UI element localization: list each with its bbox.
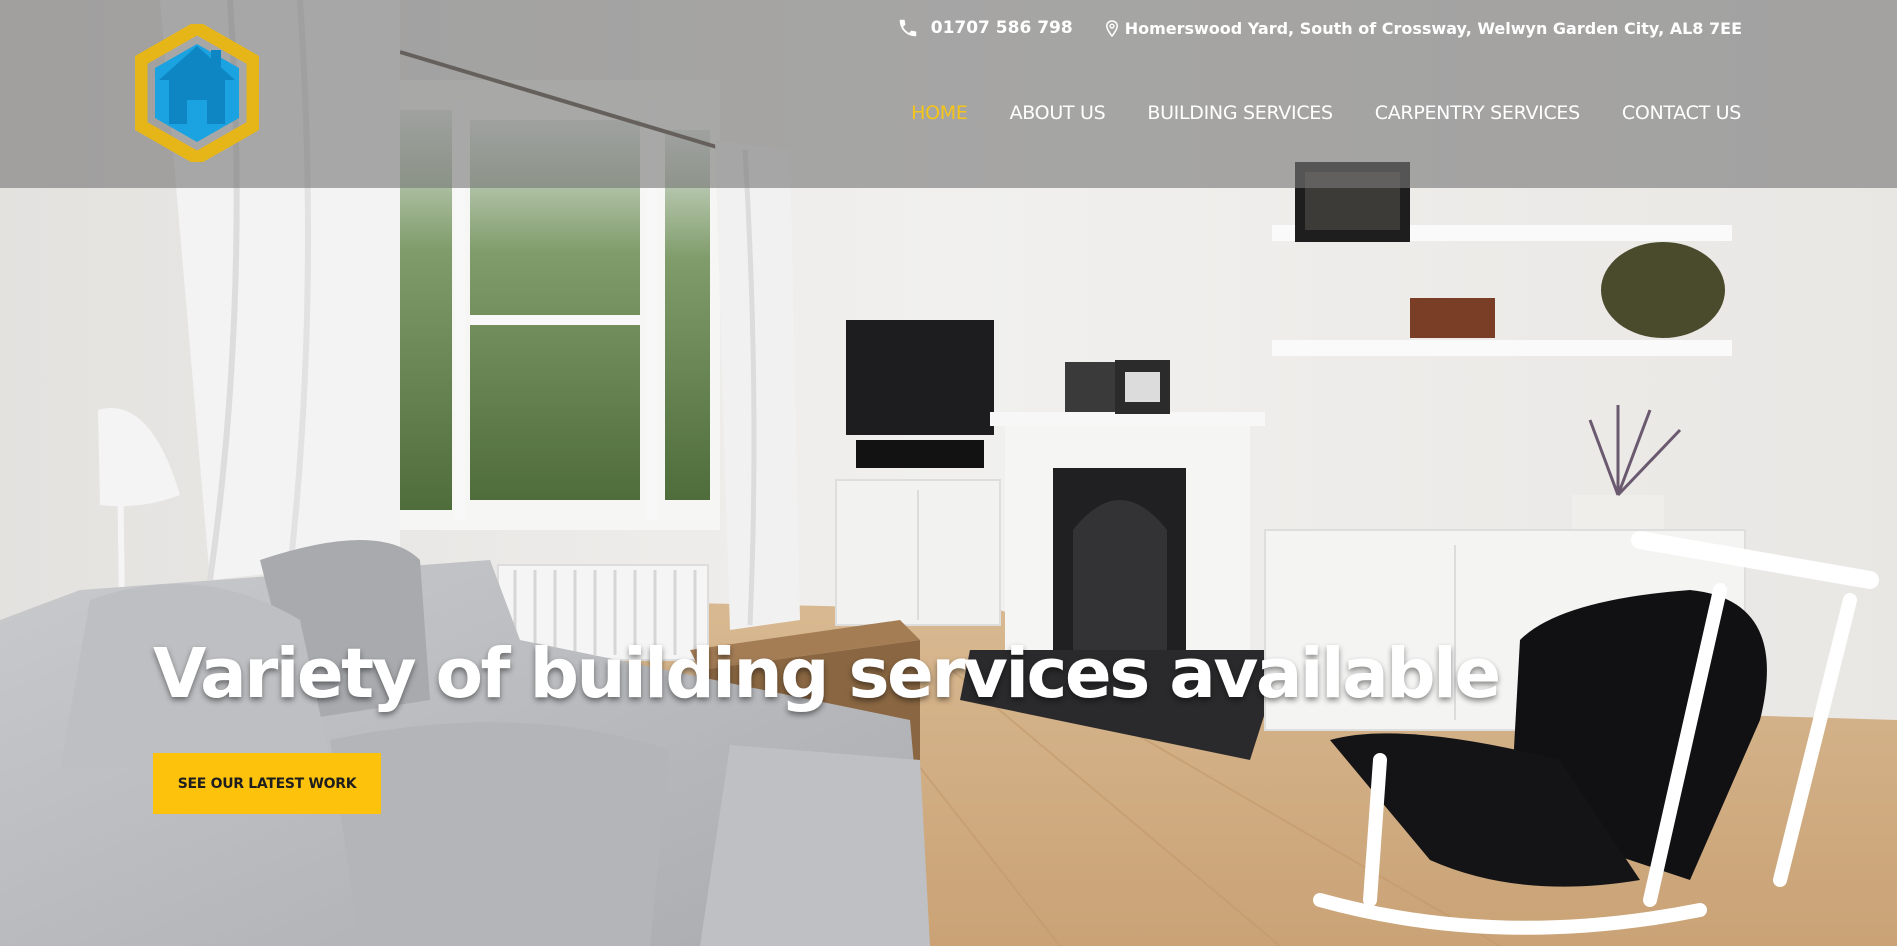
location-pin-icon — [1105, 19, 1118, 37]
nav-item-building-services[interactable]: BUILDING SERVICES — [1147, 102, 1333, 124]
phone-number: 01707 586 798 — [930, 18, 1073, 38]
phone-icon — [899, 19, 916, 37]
see-latest-work-button[interactable]: SEE OUR LATEST WORK — [153, 753, 381, 814]
logo-icon — [134, 20, 260, 166]
nav-item-contact-us[interactable]: CONTACT US — [1622, 102, 1741, 124]
nav-item-carpentry-services[interactable]: CARPENTRY SERVICES — [1375, 102, 1580, 124]
nav-item-about-us[interactable]: ABOUT US — [1010, 102, 1106, 124]
hero-headline: Variety of building services available — [153, 634, 1501, 714]
address-text: Homerswood Yard, South of Crossway, Welw… — [1124, 18, 1742, 38]
house-hexagon-logo[interactable] — [134, 20, 260, 166]
hero-section: 01707 586 798 Homerswood Yard, South of … — [0, 0, 1897, 946]
main-nav: HOME ABOUT US BUILDING SERVICES CARPENTR… — [869, 102, 1741, 124]
nav-item-home[interactable]: HOME — [911, 102, 968, 124]
site-header: 01707 586 798 Homerswood Yard, South of … — [0, 0, 1897, 188]
contact-bar: 01707 586 798 Homerswood Yard, South of … — [897, 17, 1742, 39]
address-item: Homerswood Yard, South of Crossway, Welw… — [1073, 19, 1742, 38]
phone-item[interactable]: 01707 586 798 — [897, 17, 1073, 39]
